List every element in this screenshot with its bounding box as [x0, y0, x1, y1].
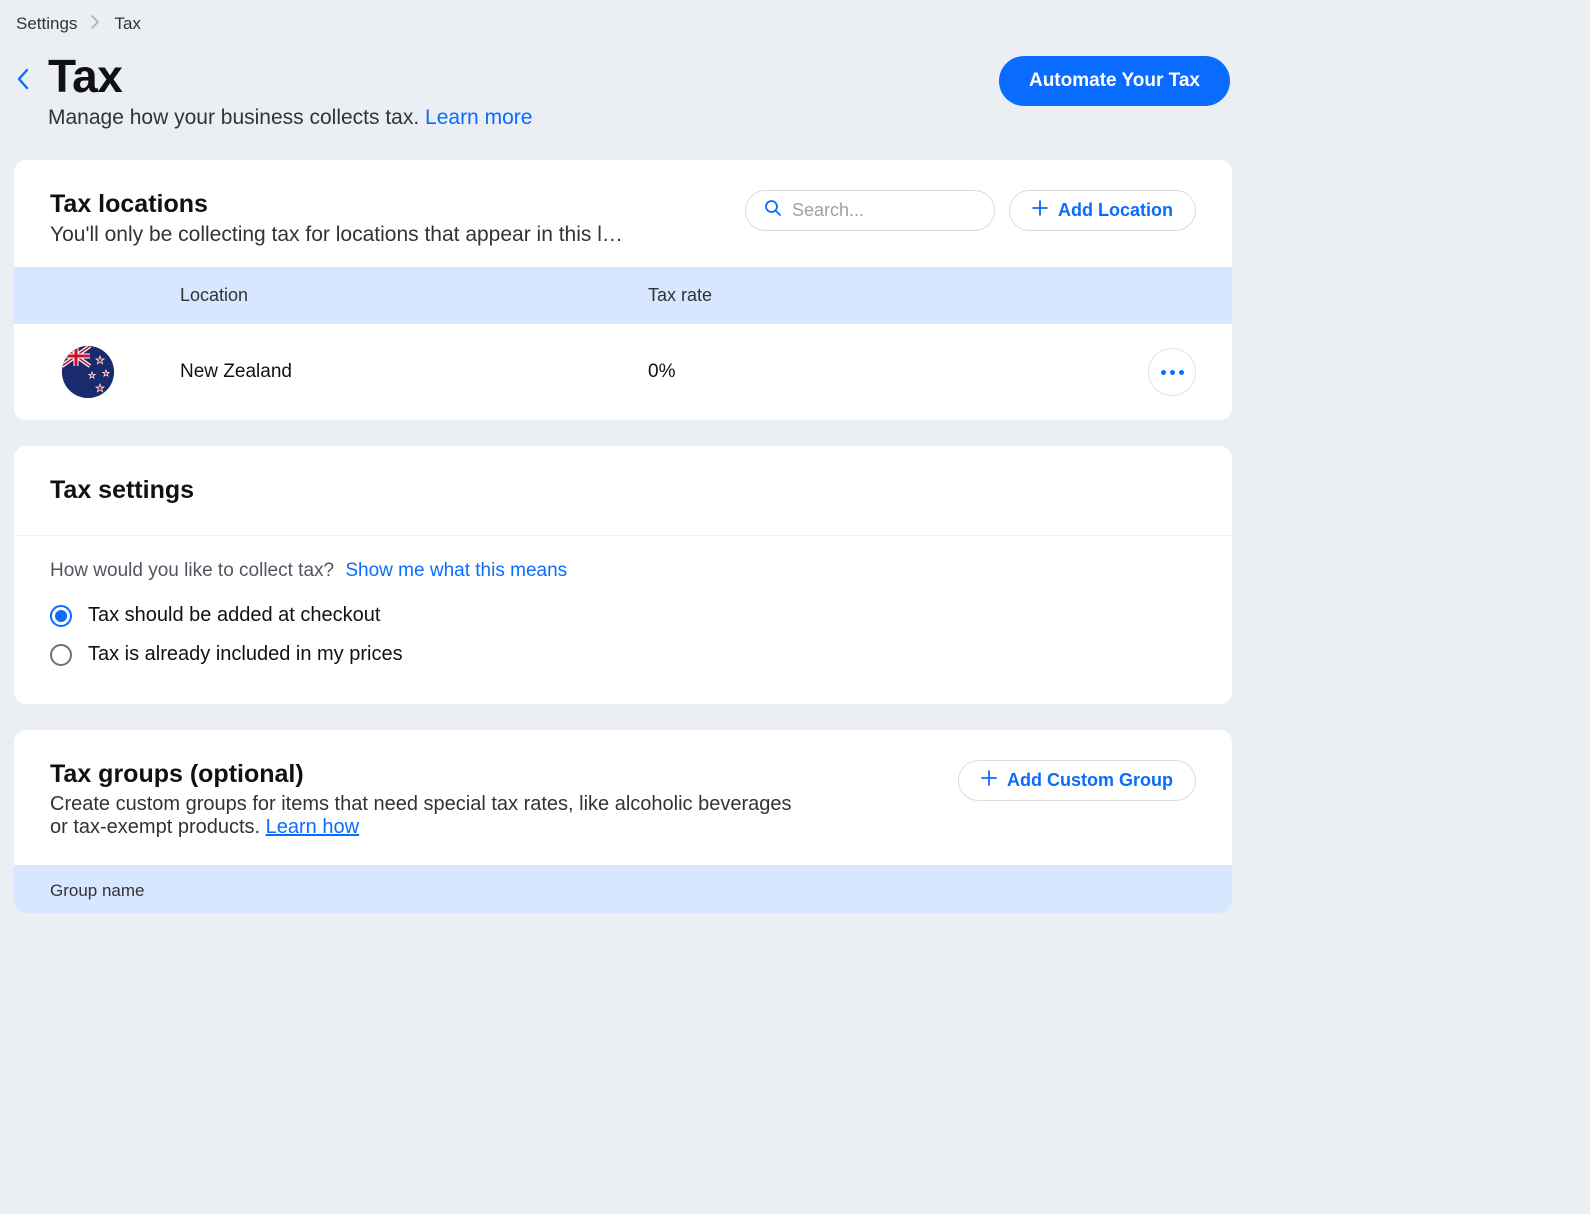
automate-tax-button[interactable]: Automate Your Tax: [999, 56, 1230, 106]
radio-icon-checked: [50, 605, 72, 627]
locations-table-header: Location Tax rate: [14, 267, 1232, 324]
radio-label: Tax should be added at checkout: [88, 604, 380, 627]
chevron-right-icon: [91, 14, 100, 34]
add-location-button[interactable]: Add Location: [1009, 190, 1196, 231]
page-subtitle: Manage how your business collects tax. L…: [48, 106, 532, 130]
add-custom-group-button[interactable]: Add Custom Group: [958, 760, 1196, 801]
breadcrumb: Settings Tax: [0, 0, 1246, 44]
plus-icon: [1032, 200, 1048, 221]
row-actions-button[interactable]: [1148, 348, 1196, 396]
settings-question: How would you like to collect tax? Show …: [50, 560, 1196, 582]
row-tax-rate: 0%: [648, 361, 1116, 383]
search-icon: [764, 199, 782, 222]
radio-label: Tax is already included in my prices: [88, 643, 403, 666]
plus-icon: [981, 770, 997, 791]
learn-more-link[interactable]: Learn more: [425, 106, 532, 129]
flag-icon-nz: [62, 346, 114, 398]
radio-option-added-at-checkout[interactable]: Tax should be added at checkout: [50, 596, 1196, 635]
tax-groups-subtitle: Create custom groups for items that need…: [50, 793, 810, 839]
learn-how-link[interactable]: Learn how: [266, 816, 359, 838]
more-icon: [1161, 370, 1184, 375]
tax-locations-subtitle: You'll only be collecting tax for locati…: [50, 223, 725, 247]
radio-option-included-in-prices[interactable]: Tax is already included in my prices: [50, 635, 1196, 674]
groups-table-header: Group name: [14, 865, 1232, 913]
table-row: New Zealand 0%: [14, 324, 1232, 420]
radio-icon-unchecked: [50, 644, 72, 666]
tax-settings-title: Tax settings: [50, 476, 1196, 505]
tax-settings-card: Tax settings How would you like to colle…: [14, 446, 1232, 704]
search-input-wrapper[interactable]: [745, 190, 995, 231]
page-title: Tax: [48, 52, 532, 100]
breadcrumb-settings[interactable]: Settings: [16, 14, 77, 34]
column-location: Location: [180, 285, 648, 306]
column-tax-rate: Tax rate: [648, 285, 1116, 306]
tax-locations-card: Tax locations You'll only be collecting …: [14, 160, 1232, 420]
search-input[interactable]: [792, 200, 962, 221]
tax-locations-title: Tax locations: [50, 190, 725, 219]
row-location-name: New Zealand: [180, 361, 648, 383]
show-me-link[interactable]: Show me what this means: [345, 560, 567, 581]
column-group-name: Group name: [50, 881, 145, 900]
tax-groups-title: Tax groups (optional): [50, 760, 938, 789]
breadcrumb-tax[interactable]: Tax: [114, 14, 140, 34]
back-button[interactable]: [16, 68, 30, 130]
tax-groups-card: Tax groups (optional) Create custom grou…: [14, 730, 1232, 913]
